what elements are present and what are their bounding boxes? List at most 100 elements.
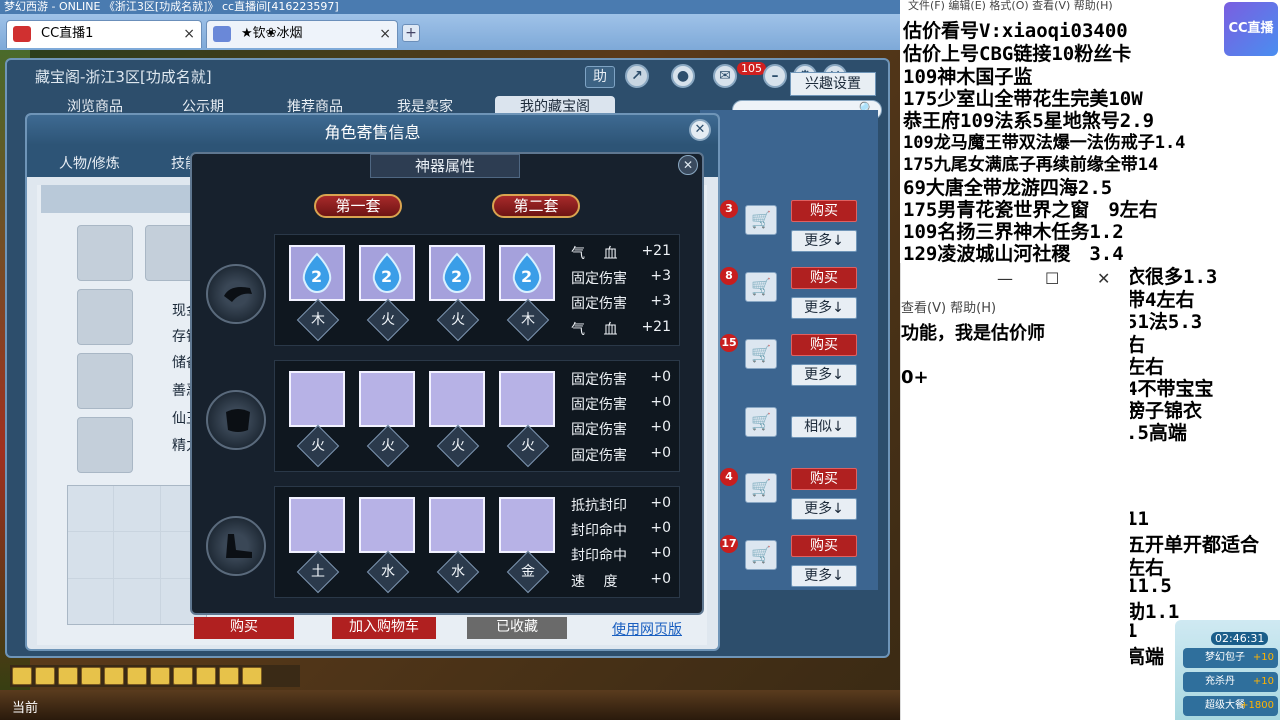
gem-slot[interactable]	[289, 497, 345, 553]
similar-button[interactable]: 相似↓	[791, 416, 857, 438]
cart-icon[interactable]: 🛒	[745, 540, 777, 570]
favorited-button[interactable]: 已收藏	[467, 617, 567, 639]
overlay-line: 175九尾女满底子再续前缘全带14	[903, 155, 1159, 175]
more-button[interactable]: 更多↓	[791, 498, 857, 520]
close-icon[interactable]: ✕	[678, 155, 698, 175]
tab-cc-live[interactable]: CC直播1 ×	[6, 20, 202, 48]
gem-slot[interactable]: 2	[429, 245, 485, 301]
close-icon[interactable]: ×	[379, 21, 391, 47]
record-icon[interactable]: ●	[671, 64, 695, 88]
gem-slot[interactable]: 2	[289, 245, 345, 301]
close-icon[interactable]: ×	[183, 21, 195, 47]
skill-slot[interactable]	[77, 353, 133, 409]
hat-icon	[206, 264, 266, 324]
buy-button[interactable]: 购买	[194, 617, 294, 639]
gift-row: 充杀丹 +10	[1183, 672, 1278, 692]
maximize-icon[interactable]: ☐	[1045, 269, 1059, 288]
game-bottom-bar	[0, 690, 900, 720]
boots-icon	[206, 516, 266, 576]
arrow-up-icon[interactable]	[35, 667, 55, 685]
skill-slot[interactable]	[77, 289, 133, 345]
element-badge: 木	[296, 298, 340, 342]
interest-settings-button[interactable]: 兴趣设置	[790, 72, 876, 96]
element-badge: 水	[436, 550, 480, 594]
buy-button[interactable]: 购买	[791, 267, 857, 289]
element-badge: 火	[296, 424, 340, 468]
water-gem-icon: 2	[512, 252, 542, 294]
lock-icon[interactable]	[150, 667, 170, 685]
new-tab-button[interactable]: +	[402, 24, 420, 42]
channel-label[interactable]: 当前	[12, 697, 38, 716]
gem-slot[interactable]: 2	[359, 245, 415, 301]
more-button[interactable]: 更多↓	[791, 565, 857, 587]
set-two-button[interactable]: 第二套	[492, 194, 580, 218]
buy-button[interactable]: 购买	[791, 535, 857, 557]
arrow-down-icon[interactable]	[58, 667, 78, 685]
skill-slot[interactable]	[77, 225, 133, 281]
add-to-cart-button[interactable]: 加入购物车	[332, 617, 436, 639]
chat-icon[interactable]	[196, 667, 216, 685]
attr-row: 固定伤害 +0	[571, 394, 671, 413]
avatar-tab-icon	[213, 26, 231, 42]
notepad-menu[interactable]: 查看(V) 帮助(H)	[901, 297, 996, 316]
more-button[interactable]: 更多↓	[791, 230, 857, 252]
attr-row: 封印命中 +0	[571, 520, 671, 539]
arrow-left-icon[interactable]	[12, 667, 32, 685]
cart-icon[interactable]: 🛒	[745, 272, 777, 302]
section-header-bar	[41, 185, 191, 213]
pin-icon[interactable]: ↗	[625, 64, 649, 88]
attr-row: 抵抗封印 +0	[571, 495, 671, 514]
close-icon[interactable]: ✕	[1097, 269, 1110, 288]
cart-icon[interactable]: 🛒	[745, 339, 777, 369]
gem-slot[interactable]	[359, 371, 415, 427]
message-icon[interactable]: ✉	[713, 64, 737, 88]
more-button[interactable]: 更多↓	[791, 297, 857, 319]
dropdown-icon[interactable]	[242, 667, 262, 685]
count-badge: 3	[720, 200, 738, 218]
move-icon[interactable]	[81, 667, 101, 685]
cart-icon[interactable]: 🛒	[745, 205, 777, 235]
minimize-icon[interactable]: —	[997, 269, 1013, 288]
attr-row: 气 血 +21	[571, 243, 671, 262]
element-badge: 土	[296, 550, 340, 594]
element-badge: 火	[366, 298, 410, 342]
element-badge: 金	[506, 550, 550, 594]
role-window-header: 角色寄售信息 ✕	[27, 115, 718, 145]
set-one-button[interactable]: 第一套	[314, 194, 402, 218]
buy-button[interactable]: 购买	[791, 200, 857, 222]
copy-icon[interactable]	[127, 667, 147, 685]
minimize-icon[interactable]: –	[763, 64, 787, 88]
svg-text:2: 2	[521, 267, 532, 286]
gem-slot[interactable]	[429, 497, 485, 553]
browser-tab-bar: CC直播1 × ★钦❀冰烟 × +	[0, 14, 900, 50]
window-title: 藏宝阁-浙江3区[功成名就]	[35, 68, 212, 86]
list-icon[interactable]	[219, 667, 239, 685]
gem-slot[interactable]	[359, 497, 415, 553]
browser-title-bar: 梦幻西游 - ONLINE 《浙江3区[功成名就]》 cc直播间[4162235…	[0, 0, 900, 14]
buy-button[interactable]: 购买	[791, 334, 857, 356]
attr-row: 固定伤害 +3	[571, 293, 671, 312]
check-icon[interactable]	[173, 667, 193, 685]
cc-tab-icon	[13, 26, 31, 42]
gem-slot[interactable]: 2	[499, 245, 555, 301]
gem-slot[interactable]	[429, 371, 485, 427]
count-badge: 8	[720, 267, 738, 285]
web-version-link[interactable]: 使用网页版	[612, 619, 682, 639]
tab-label: CC直播1	[41, 26, 94, 41]
list-item: 17 🛒 购买 更多↓	[715, 535, 875, 595]
tab-character-cultivation[interactable]: 人物/修炼	[59, 151, 120, 177]
gem-slot[interactable]	[499, 497, 555, 553]
list-item: 8 🛒 购买 更多↓	[715, 267, 875, 327]
message-count-badge: 105	[737, 62, 766, 75]
help-button[interactable]: 助	[585, 66, 615, 88]
skill-slot[interactable]	[77, 417, 133, 473]
cart-icon[interactable]: 🛒	[745, 473, 777, 503]
gem-slot[interactable]	[289, 371, 345, 427]
tab-character[interactable]: ★钦❀冰烟 ×	[206, 20, 398, 48]
more-button[interactable]: 更多↓	[791, 364, 857, 386]
close-icon[interactable]: ✕	[689, 119, 711, 141]
gem-slot[interactable]	[499, 371, 555, 427]
magnifier-icon[interactable]	[104, 667, 124, 685]
buy-button[interactable]: 购买	[791, 468, 857, 490]
cart-icon[interactable]: 🛒	[745, 407, 777, 437]
